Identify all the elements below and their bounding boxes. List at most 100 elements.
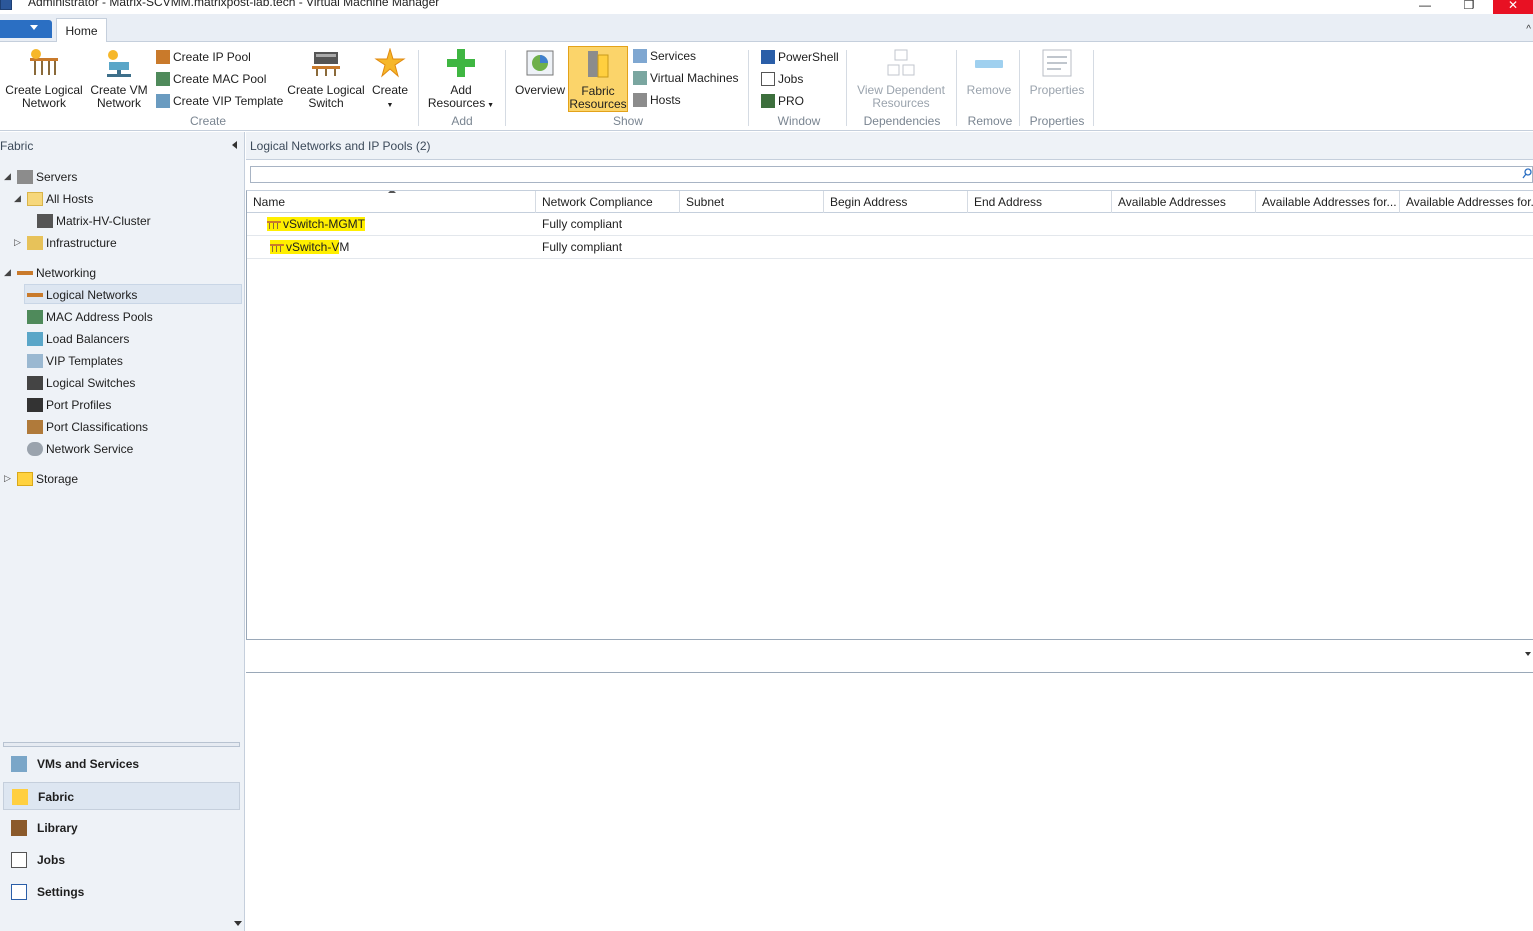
group-label-remove: Remove [967, 114, 1013, 128]
table-row[interactable]: vSwitch-MGMT Fully compliant [247, 213, 1533, 236]
tree-item-load-balancers[interactable]: Load Balancers [27, 329, 129, 349]
column-header-network-compliance[interactable]: Network Compliance [536, 191, 680, 213]
minimize-button[interactable]: — [1405, 0, 1445, 14]
expand-arrow-icon[interactable]: ◢ [4, 171, 11, 182]
workspace-jobs[interactable]: Jobs [3, 846, 240, 874]
column-header-subnet[interactable]: Subnet [680, 191, 824, 213]
network-service-icon [27, 442, 43, 456]
view-dependent-resources-button[interactable]: View Dependent Resources [852, 48, 950, 110]
column-header-end-address[interactable]: End Address [968, 191, 1112, 213]
compliance-cell: Fully compliant [542, 217, 623, 231]
workspace-label: Library [37, 821, 78, 835]
create-ip-pool-button[interactable]: Create IP Pool [156, 50, 251, 64]
restore-button[interactable]: ❐ [1449, 0, 1489, 14]
chevron-down-icon[interactable] [1525, 652, 1531, 656]
storage-icon [17, 472, 33, 486]
column-header-available-addresses-for-2[interactable]: Available Addresses for... [1400, 191, 1533, 213]
tree-label: Networking [36, 266, 97, 280]
workspace-vms-and-services[interactable]: VMs and Services [3, 750, 240, 778]
dependencies-icon [887, 49, 915, 76]
tree-item-networking[interactable]: Networking [17, 263, 96, 283]
add-resources-button[interactable]: Add Resources ▼ [426, 48, 496, 112]
virtual-machines-icon [633, 71, 647, 85]
tree-item-logical-switches[interactable]: Logical Switches [27, 373, 135, 393]
group-label-create: Create [189, 114, 227, 128]
ribbon-minimize-icon[interactable]: ^ [1526, 24, 1531, 35]
remove-button[interactable]: Remove [962, 48, 1016, 97]
column-header-begin-address[interactable]: Begin Address [824, 191, 968, 213]
load-balancer-icon [27, 332, 43, 346]
tree-item-vip-templates[interactable]: VIP Templates [27, 351, 123, 371]
expand-arrow-icon[interactable]: ◢ [4, 267, 11, 278]
hosts-button[interactable]: Hosts [633, 93, 681, 107]
create-dropdown-button[interactable]: Create ▼ [370, 48, 410, 112]
tree-item-network-service[interactable]: Network Service [27, 439, 133, 459]
remove-label: Remove [966, 83, 1012, 97]
collapse-pane-icon[interactable] [232, 141, 237, 149]
row-name: vSwitch-V [286, 240, 340, 254]
create-vip-template-label: Create VIP Template [173, 94, 284, 108]
tab-home[interactable]: Home [56, 18, 107, 43]
details-pane[interactable] [246, 640, 1533, 673]
pane-splitter[interactable] [3, 742, 240, 747]
overview-button[interactable]: Overview [512, 48, 568, 97]
create-logical-network-button[interactable]: Create Logical Network [4, 48, 84, 110]
column-header-available-addresses-for-1[interactable]: Available Addresses for... [1256, 191, 1400, 213]
servers-icon [17, 170, 33, 184]
create-mac-pool-button[interactable]: Create MAC Pool [156, 72, 266, 86]
add-resources-label: Add Resources [427, 83, 486, 110]
table-row[interactable]: vSwitch-VM Fully compliant [247, 236, 1533, 259]
powershell-button[interactable]: PowerShell [761, 50, 839, 64]
tree-item-port-classifications[interactable]: Port Classifications [27, 417, 148, 437]
jobs-button[interactable]: Jobs [761, 72, 803, 86]
create-vm-network-button[interactable]: Create VM Network [88, 48, 150, 110]
workspace-library[interactable]: Library [3, 814, 240, 842]
tree-item-cluster[interactable]: Matrix-HV-Cluster [37, 211, 151, 231]
pro-button[interactable]: PRO [761, 94, 804, 108]
tree-item-servers[interactable]: Servers [17, 167, 77, 187]
workspace-fabric[interactable]: Fabric [3, 782, 240, 810]
tree-label: Load Balancers [46, 332, 130, 346]
create-vip-template-button[interactable]: Create VIP Template [156, 94, 283, 108]
group-label-window: Window [777, 114, 821, 128]
tree-item-logical-networks[interactable]: Logical Networks [24, 284, 242, 304]
properties-button[interactable]: Properties [1026, 48, 1088, 97]
scroll-down-icon[interactable] [234, 921, 242, 926]
properties-icon [1042, 49, 1072, 77]
mac-pool-icon [156, 72, 170, 86]
search-icon[interactable] [1522, 168, 1532, 180]
column-label: Begin Address [830, 195, 908, 209]
vms-and-services-icon [11, 756, 27, 772]
tree-item-port-profiles[interactable]: Port Profiles [27, 395, 111, 415]
search-box[interactable] [250, 166, 1533, 183]
title-bar: Administrator - Matrix-SCVMM.matrixpost-… [0, 0, 1533, 14]
ribbon-separator [1019, 50, 1020, 126]
column-header-available-addresses[interactable]: Available Addresses [1112, 191, 1256, 213]
tree-label: Network Service [46, 442, 134, 456]
highlighted-name: vSwitch-MGMT [267, 217, 365, 231]
create-logical-switch-button[interactable]: Create Logical Switch [286, 48, 366, 110]
tree-item-all-hosts[interactable]: All Hosts [27, 189, 93, 209]
expand-arrow-icon[interactable]: ▷ [4, 473, 11, 484]
logical-network-icon [27, 293, 43, 297]
fabric-resources-button[interactable]: Fabric Resources [568, 46, 628, 112]
workspace-settings[interactable]: Settings [3, 878, 240, 906]
search-input[interactable] [251, 167, 1532, 182]
virtual-machines-button[interactable]: Virtual Machines [633, 71, 739, 85]
mac-pool-icon [27, 310, 43, 324]
tree-item-storage[interactable]: Storage [17, 469, 78, 489]
fabric-resources-icon [588, 51, 609, 78]
column-header-name[interactable]: Name [247, 191, 536, 213]
port-profile-icon [27, 398, 43, 412]
hosts-icon [633, 93, 647, 107]
main-title: Logical Networks and IP Pools (2) [246, 132, 1533, 160]
close-button[interactable]: ✕ [1493, 0, 1533, 14]
chevron-down-icon: ▼ [485, 102, 495, 109]
tree-item-infrastructure[interactable]: Infrastructure [27, 233, 117, 253]
ip-pool-icon [156, 50, 170, 64]
services-button[interactable]: Services [633, 49, 696, 63]
expand-arrow-icon[interactable]: ▷ [14, 237, 21, 248]
expand-arrow-icon[interactable]: ◢ [14, 193, 21, 204]
tree-item-mac-address-pools[interactable]: MAC Address Pools [27, 307, 153, 327]
file-menu-button[interactable] [0, 20, 52, 38]
